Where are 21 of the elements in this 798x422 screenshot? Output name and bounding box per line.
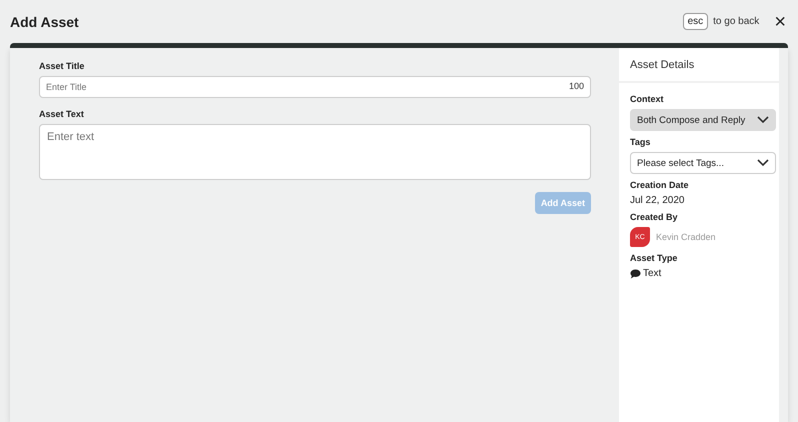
field-label: Asset Title [39,61,86,71]
text-field[interactable]: Enter text [39,124,591,180]
character-counter: 100 [568,81,584,91]
esc-key: esc [682,13,708,30]
field-label: Tags [630,137,652,147]
creation-date: Jul 22, 2020 [630,195,686,206]
panel-heading: Asset Details [630,59,694,71]
dialog-title: Add Asset [10,14,79,30]
field-label: Creation Date [630,180,690,190]
close-button[interactable]: × [772,14,788,30]
field-label: Context [630,94,664,104]
user-name: Kevin Cradden [656,232,716,242]
field-label: Created By [630,212,679,222]
chevron-down-icon [757,116,769,124]
chevron-down-icon [757,159,769,167]
tags-dropdown[interactable]: Please select Tags... [630,152,776,174]
asset-type: Text [643,268,662,279]
field-label: Asset Text [39,109,85,119]
speech-bubble-icon [630,268,641,278]
shortcut-hint: to go back [713,16,760,27]
field-label: Asset Type [630,253,678,263]
